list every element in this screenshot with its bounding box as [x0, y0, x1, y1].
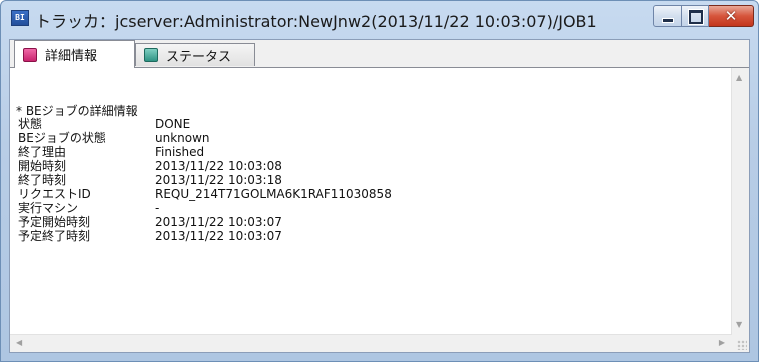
detail-value: REQU_214T71GOLMA6K1RAF11030858: [155, 187, 392, 201]
window-title: トラッカ：jcserver:Administrator:NewJnw2(2013…: [35, 12, 597, 31]
minimize-button[interactable]: [653, 5, 682, 27]
detail-panel: * BEジョブの詳細情報 状態 DONE BEジョブの状態 unknown 終了…: [10, 68, 749, 352]
scroll-right-arrow-icon[interactable]: ▶: [719, 339, 725, 347]
detail-value: 2013/11/22 10:03:07: [155, 229, 282, 243]
resize-corner[interactable]: [731, 335, 749, 352]
detail-key: 予定開始時刻: [18, 215, 91, 229]
detail-value: 2013/11/22 10:03:08: [155, 159, 282, 173]
tab-status-label: ステータス: [166, 49, 232, 65]
detail-value: Finished: [155, 145, 205, 159]
title-bar[interactable]: BI トラッカ：jcserver:Administrator:NewJnw2(2…: [1, 1, 758, 39]
detail-key: 実行マシン: [18, 201, 79, 215]
detail-key: BEジョブの状態: [18, 131, 106, 145]
resize-grip-icon[interactable]: [737, 340, 747, 350]
close-icon: ✕: [724, 7, 738, 25]
tracker-window: BI トラッカ：jcserver:Administrator:NewJnw2(2…: [0, 0, 759, 362]
scroll-left-arrow-icon[interactable]: ◀: [16, 339, 22, 347]
detail-tab-icon: [23, 47, 37, 62]
window-controls: ✕: [653, 5, 754, 27]
detail-value: 2013/11/22 10:03:07: [155, 215, 282, 229]
tab-strip: 詳細情報 ステータス: [10, 40, 749, 68]
maximize-button[interactable]: [682, 5, 709, 27]
status-tab-icon: [144, 48, 158, 62]
maximize-icon: [689, 10, 703, 24]
tab-detail-label: 詳細情報: [45, 49, 98, 64]
detail-value: DONE: [155, 117, 191, 131]
tab-detail[interactable]: 詳細情報: [14, 40, 135, 68]
detail-value: 2013/11/22 10:03:18: [155, 173, 282, 187]
detail-value: -: [155, 201, 160, 215]
detail-value: unknown: [155, 131, 210, 145]
close-button[interactable]: ✕: [709, 5, 754, 27]
scroll-down-arrow-icon[interactable]: ▼: [736, 321, 742, 329]
detail-content[interactable]: * BEジョブの詳細情報 状態 DONE BEジョブの状態 unknown 終了…: [10, 68, 731, 335]
detail-key: 開始時刻: [18, 159, 67, 173]
vertical-scrollbar[interactable]: ▲ ▼: [731, 68, 749, 335]
detail-key: 予定終了時刻: [18, 229, 91, 243]
horizontal-scrollbar[interactable]: ◀ ▶: [10, 334, 731, 352]
detail-key: 終了理由: [18, 145, 67, 159]
scroll-up-arrow-icon[interactable]: ▲: [736, 74, 742, 82]
app-icon: BI: [11, 10, 29, 26]
detail-key: 状態: [18, 117, 43, 131]
client-area: 詳細情報 ステータス * BEジョブの詳細情報 状態 DONE BEジョブの状態…: [9, 39, 750, 353]
minimize-icon: [662, 18, 674, 23]
tab-status[interactable]: ステータス: [135, 43, 255, 66]
detail-key: リクエストID: [18, 187, 91, 201]
detail-key: 終了時刻: [18, 173, 67, 187]
